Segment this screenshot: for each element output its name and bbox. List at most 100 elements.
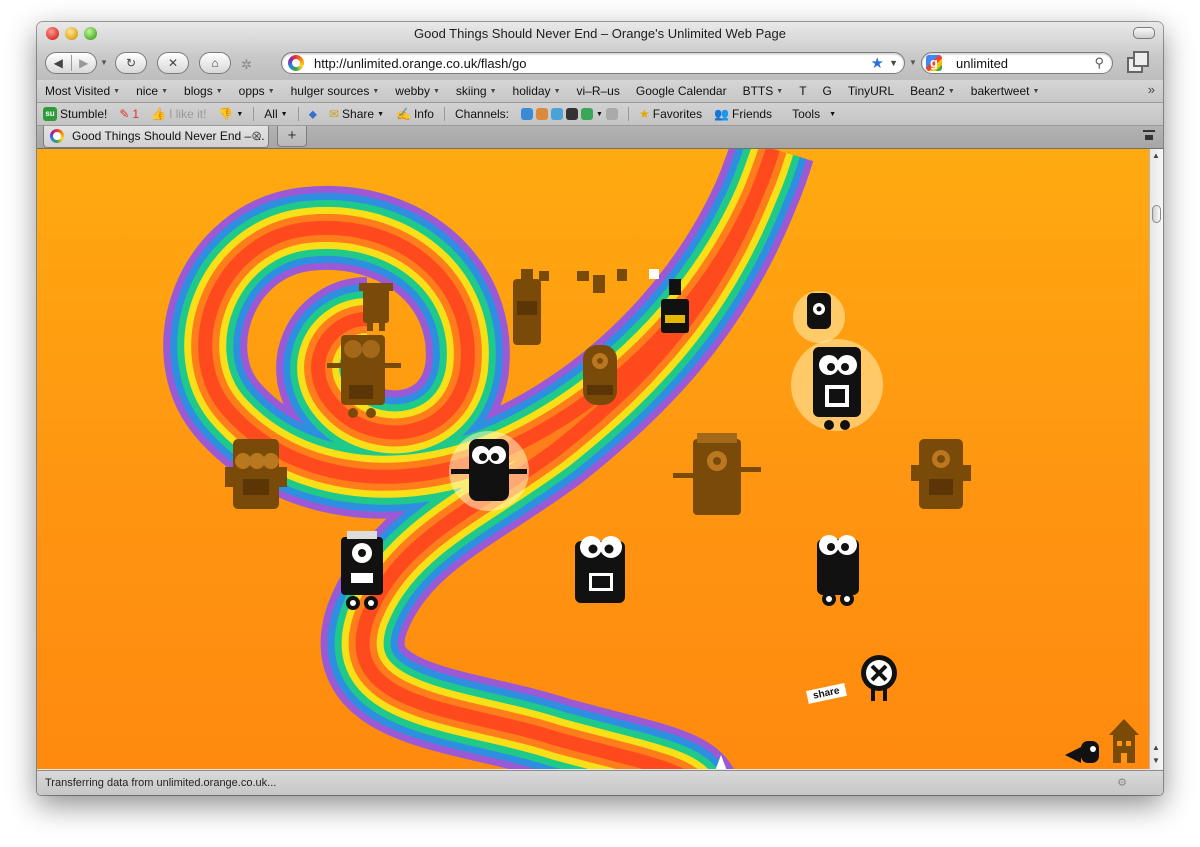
monster-brown-cyclops[interactable]	[583, 345, 617, 405]
tab-strip: Good Things Should Never End – ... ⊗ +	[37, 126, 1163, 149]
scroll-down-arrow-icon[interactable]: ▼	[1152, 756, 1160, 765]
tabs-overview-icon[interactable]	[1127, 51, 1149, 73]
url-bar[interactable]: http://unlimited.orange.co.uk/flash/go ★…	[281, 52, 905, 74]
bookmark-folder-bakertweet[interactable]: bakertweet ▼	[963, 84, 1048, 98]
info-icon: ✍	[396, 107, 411, 121]
thumbs-icon: ✎	[119, 107, 130, 121]
channel-icons[interactable]: ▼	[515, 108, 624, 120]
like-button[interactable]: 👍 I like it!	[145, 107, 212, 121]
tab-label: Good Things Should Never End – ...	[72, 129, 265, 143]
favorites-button[interactable]: ★ Favorites	[633, 107, 708, 121]
gear-icon[interactable]: ✲	[241, 57, 252, 73]
tab-list-icon[interactable]	[1143, 130, 1155, 142]
bookmark-folder-webby[interactable]: webby ▼	[387, 84, 448, 98]
stumbleupon-icon: su	[43, 107, 57, 121]
bookmarks-overflow-icon[interactable]: »	[1148, 82, 1155, 97]
thumbs-count-button[interactable]: ✎ 1	[113, 107, 145, 121]
monster-black-right-wheels[interactable]	[817, 535, 859, 606]
scroll-up-arrow-icon[interactable]: ▲	[1152, 151, 1160, 160]
stumble-button[interactable]: su Stumble!	[37, 107, 113, 121]
scroll-up-arrow-bottom-icon[interactable]: ▲	[1152, 743, 1160, 752]
search-input[interactable]: unlimited	[956, 56, 1008, 71]
globe-icon[interactable]	[521, 108, 534, 120]
monster-tiny-group[interactable]	[539, 269, 659, 293]
url-dropdown-icon[interactable]: ▼	[889, 58, 898, 68]
share-button[interactable]: ✉ Share ▼	[323, 107, 390, 121]
tools-dropdown[interactable]: Tools ▼	[786, 107, 842, 121]
bookmark-folder-btts[interactable]: BTTS ▼	[735, 84, 792, 98]
bookmark-google-calendar[interactable]: Google Calendar	[628, 84, 735, 98]
bookmark-folder-blogs[interactable]: blogs ▼	[176, 84, 231, 98]
google-icon[interactable]: g	[926, 55, 942, 71]
toolbar-toggle-button[interactable]	[1133, 27, 1155, 39]
monster-brown-left[interactable]	[225, 439, 287, 509]
favorites-star-icon: ★	[638, 107, 650, 121]
bookmark-star-icon[interactable]: ★	[871, 54, 884, 72]
bookmark-most-visited[interactable]: Most Visited ▼	[37, 84, 128, 98]
channels-label: Channels:	[454, 107, 510, 121]
tab-favicon-icon	[50, 129, 64, 143]
new-tab-button[interactable]: +	[277, 126, 307, 147]
all-dropdown[interactable]: All ▼	[258, 107, 293, 121]
monster-brown-tall[interactable]	[513, 269, 541, 345]
bookmark-folder-holiday[interactable]: holiday ▼	[505, 84, 569, 98]
bookmark-folder-nice[interactable]: nice ▼	[128, 84, 176, 98]
news-icon[interactable]	[581, 108, 594, 120]
video-icon[interactable]	[566, 108, 579, 120]
stop-icon: ✕	[167, 56, 179, 70]
browser-window: Good Things Should Never End – Orange's …	[37, 22, 1163, 795]
monster-black-glow-right[interactable]	[791, 339, 883, 431]
home-icon: ⌂	[211, 56, 219, 70]
home-button[interactable]: ⌂	[199, 52, 231, 74]
forward-arrow-icon[interactable]: ▶	[72, 56, 97, 70]
dislike-button[interactable]: 👎 ▼	[212, 107, 249, 121]
thumbs-up-icon: 👍	[151, 107, 167, 121]
search-bar[interactable]: g unlimited ⚲	[921, 52, 1113, 74]
tag-button[interactable]: ⬥	[303, 107, 323, 122]
page-content[interactable]: share	[37, 149, 1149, 769]
monster-brown-right[interactable]	[911, 439, 971, 509]
url-text[interactable]: http://unlimited.orange.co.uk/flash/go	[314, 56, 526, 71]
bookmark-t[interactable]: T	[791, 84, 814, 98]
back-arrow-icon[interactable]: ◀	[46, 56, 71, 70]
status-bar: Transferring data from unlimited.orange.…	[37, 770, 1163, 795]
house-icon[interactable]	[1109, 719, 1139, 763]
reload-icon: ↻	[125, 56, 137, 70]
monster-black-glow-top[interactable]	[793, 291, 845, 343]
monster-black-center-glow[interactable]	[449, 431, 529, 511]
bookmark-g[interactable]: G	[815, 84, 840, 98]
share-icon: ✉	[328, 107, 340, 121]
history-dropdown-icon[interactable]: ▼	[100, 58, 108, 67]
friends-button[interactable]: 👥 Friends	[708, 107, 778, 121]
tab-close-icon[interactable]: ⊗	[251, 128, 262, 144]
monster-brown-arms[interactable]	[673, 433, 761, 515]
scrollbar-thumb[interactable]	[1152, 205, 1161, 223]
bookmark-folder-opps[interactable]: opps ▼	[231, 84, 283, 98]
bookmark-tinyurl[interactable]: TinyURL	[840, 84, 902, 98]
people-icon[interactable]	[536, 108, 549, 120]
bookmark-folder-skiing[interactable]: skiing ▼	[448, 84, 505, 98]
vertical-scrollbar[interactable]: ▲ ▲ ▼	[1149, 149, 1163, 769]
title-bar: Good Things Should Never End – Orange's …	[37, 22, 1163, 81]
tab-active[interactable]: Good Things Should Never End – ... ⊗	[43, 126, 269, 148]
bookmark-folder-bean2[interactable]: Bean2 ▼	[902, 84, 963, 98]
back-forward-buttons[interactable]: ◀ ▶	[45, 52, 97, 74]
photo-icon[interactable]	[551, 108, 564, 120]
search-engine-dropdown-icon[interactable]: ▼	[909, 58, 917, 67]
site-favicon-icon	[288, 55, 304, 71]
thumbs-down-icon: 👎	[218, 107, 234, 121]
activity-icon: ⚙	[1117, 777, 1127, 789]
close-monster-icon[interactable]	[861, 655, 897, 701]
reload-button[interactable]: ↻	[115, 52, 147, 74]
bookmark-vi-r-us[interactable]: vi–R–us	[569, 84, 628, 98]
window-title: Good Things Should Never End – Orange's …	[414, 26, 786, 41]
sound-monster-icon[interactable]	[1065, 741, 1099, 763]
rainbow-scene	[163, 149, 1139, 769]
bookmark-folder-hulger-sources[interactable]: hulger sources ▼	[283, 84, 388, 98]
search-icon[interactable]: ⚲	[1094, 55, 1104, 71]
info-button[interactable]: ✍ Info	[390, 107, 440, 121]
tag-grey-icon[interactable]	[605, 108, 618, 120]
monster-black-middle[interactable]	[575, 536, 625, 603]
stumbleupon-toolbar: su Stumble! ✎ 1 👍 I like it! 👎 ▼ All ▼ ⬥ ✉…	[37, 103, 1163, 126]
stop-button[interactable]: ✕	[157, 52, 189, 74]
